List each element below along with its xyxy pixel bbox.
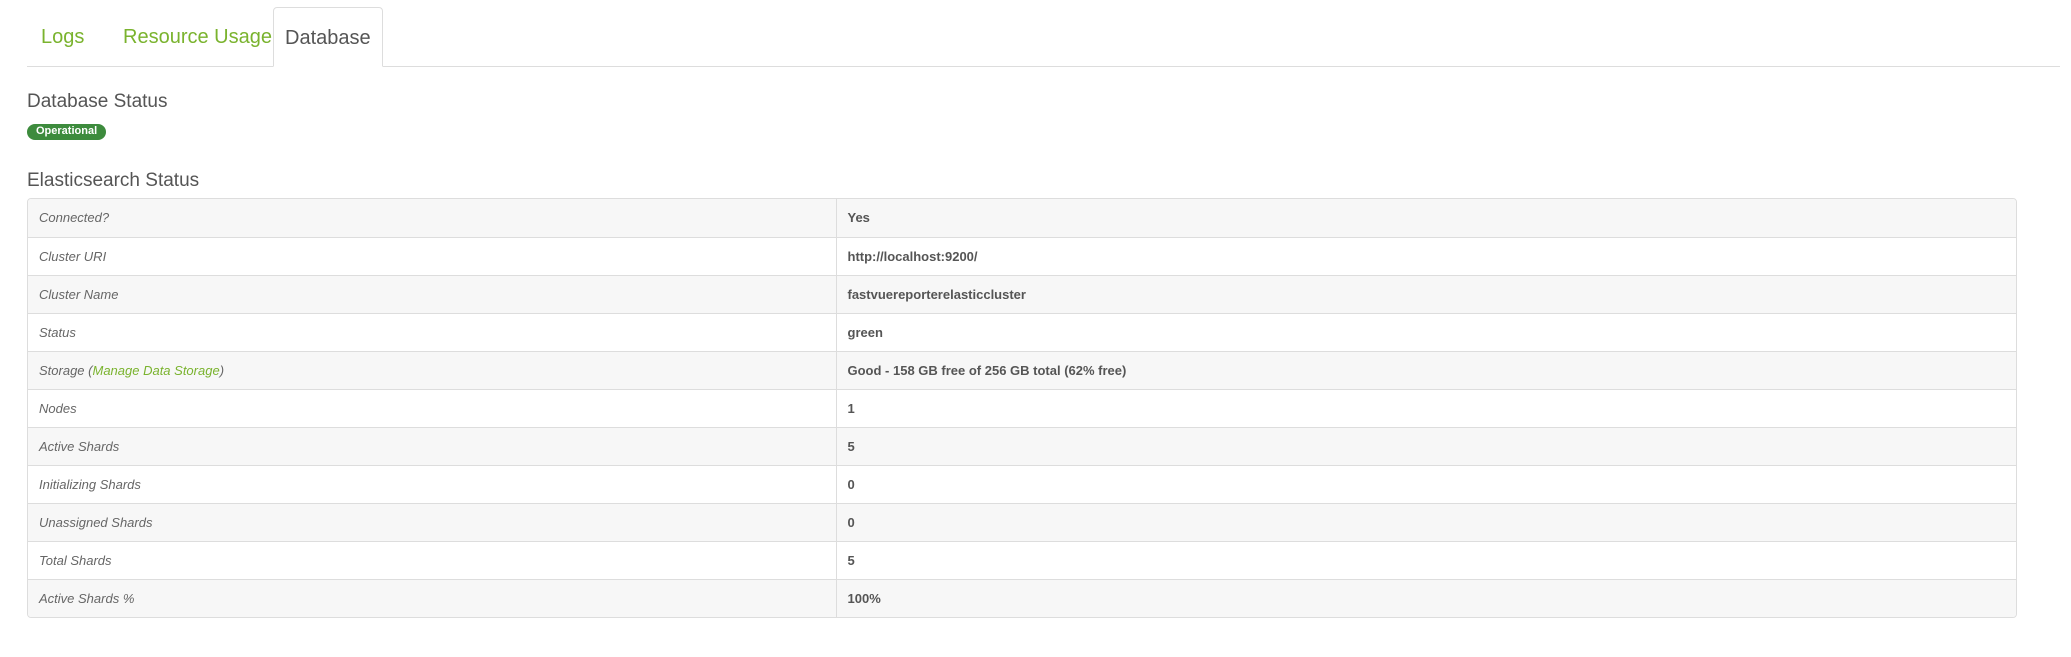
row-label-status: Status (28, 312, 837, 351)
row-label-storage: Storage (Manage Data Storage) (28, 350, 837, 389)
tab-logs[interactable]: Logs (28, 7, 97, 66)
tab-database[interactable]: Database (273, 7, 383, 67)
table-row: Nodes 1 (28, 388, 2016, 427)
row-value-cluster-name: fastvuereporterelasticcluster (836, 274, 2016, 313)
table-row: Unassigned Shards 0 (28, 502, 2016, 541)
row-value-storage: Good - 158 GB free of 256 GB total (62% … (836, 350, 2016, 389)
table-row: Active Shards 5 (28, 426, 2016, 465)
table-row: Storage (Manage Data Storage) Good - 158… (28, 350, 2016, 389)
table-row: Status green (28, 312, 2016, 351)
row-label-cluster-uri: Cluster URI (28, 236, 837, 275)
row-label-active-shards-percent: Active Shards % (28, 578, 837, 617)
row-value-initializing-shards: 0 (836, 464, 2016, 503)
row-label-active-shards: Active Shards (28, 426, 837, 465)
table-row: Initializing Shards 0 (28, 464, 2016, 503)
table-row: Connected? Yes (28, 199, 2016, 237)
row-label-unassigned-shards: Unassigned Shards (28, 502, 837, 541)
table-row: Total Shards 5 (28, 540, 2016, 579)
row-value-active-shards: 5 (836, 426, 2016, 465)
row-value-status: green (836, 312, 2016, 351)
status-badge: Operational (27, 124, 107, 140)
row-value-nodes: 1 (836, 388, 2016, 427)
table-row: Active Shards % 100% (28, 578, 2016, 617)
row-label-cluster-name: Cluster Name (28, 274, 837, 313)
row-value-total-shards: 5 (836, 540, 2016, 579)
database-status-heading: Database Status (27, 91, 168, 112)
storage-label-suffix: ) (219, 362, 225, 378)
row-value-cluster-uri: http://localhost:9200/ (836, 236, 2016, 275)
row-label-connected: Connected? (28, 199, 837, 237)
table-row: Cluster Name fastvuereporterelasticclust… (28, 274, 2016, 313)
manage-data-storage-link[interactable]: Manage Data Storage (92, 363, 219, 378)
tab-bar: Logs Resource Usage Database (27, 7, 2060, 67)
row-label-initializing-shards: Initializing Shards (28, 464, 837, 503)
storage-label-prefix: Storage ( (39, 362, 93, 378)
elasticsearch-status-table: Connected? Yes Cluster URI http://localh… (27, 198, 2017, 618)
row-value-active-shards-percent: 100% (836, 578, 2016, 617)
elasticsearch-status-heading: Elasticsearch Status (27, 170, 200, 191)
table-row: Cluster URI http://localhost:9200/ (28, 236, 2016, 275)
row-label-nodes: Nodes (28, 388, 837, 427)
row-label-total-shards: Total Shards (28, 540, 837, 579)
tab-resource-usage[interactable]: Resource Usage (110, 7, 285, 66)
row-value-connected: Yes (836, 199, 2016, 237)
row-value-unassigned-shards: 0 (836, 502, 2016, 541)
